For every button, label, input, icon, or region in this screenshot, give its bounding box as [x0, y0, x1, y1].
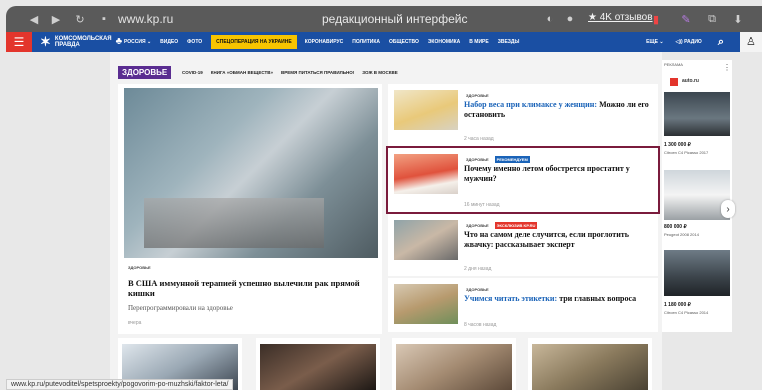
news-card[interactable]: ЗДОРОВЬЕ Учимся читать этикетки: три гла…: [388, 278, 658, 332]
nav-item-photo[interactable]: ФОТО: [187, 39, 202, 45]
reload-icon[interactable]: ↻: [72, 11, 88, 27]
bottom-card-photo[interactable]: [260, 344, 376, 390]
page-title: редакционный интерфейс: [322, 12, 468, 26]
nav-item-stars[interactable]: ЗВЕЗДЫ: [498, 39, 520, 45]
reviews-link[interactable]: ★ 4K отзывов: [588, 12, 653, 23]
photo-detail: [144, 198, 324, 248]
news-title-text: три главных вопроса: [557, 294, 637, 303]
main-article-title[interactable]: В США иммунной терапией успешно вылечили…: [128, 278, 378, 298]
bookmark-icon[interactable]: ▮: [648, 11, 664, 27]
news-card[interactable]: ЗДОРОВЬЕ ЭКСКЛЮЗИВ KP.RU Что на самом де…: [388, 214, 658, 276]
section-tag[interactable]: ЗДОРОВЬЕ: [118, 66, 172, 79]
nav-item-economy[interactable]: ЭКОНОМИКА: [428, 39, 460, 45]
news-time: 16 минут назад: [464, 202, 500, 208]
site-header: ☰ ✶ КОМСОМОЛЬСКАЯ ПРАВДА ♣ РОССИЯ ⌄ ВИДЕ…: [6, 32, 762, 52]
car-model[interactable]: Citroen C4 Picasso 2017: [664, 150, 708, 155]
car-model[interactable]: Peugeot 2008 2014: [664, 232, 699, 237]
nav-item-society[interactable]: ОБЩЕСТВО: [389, 39, 419, 45]
radio-button[interactable]: ◁)) РАДИО: [676, 39, 702, 45]
site-info-icon[interactable]: ▪: [96, 11, 112, 27]
news-title[interactable]: Учимся читать этикетки: три главных вопр…: [464, 294, 652, 304]
bottom-card-photo[interactable]: [532, 344, 648, 390]
ad-label: РЕКЛАМА: [664, 62, 683, 67]
pen-icon[interactable]: ✎: [678, 11, 694, 27]
news-thumbnail[interactable]: [394, 154, 458, 194]
main-article-time: вчера: [128, 320, 142, 326]
user-button[interactable]: ♙: [740, 32, 762, 52]
subnav-item-book[interactable]: КНИГА «ОБМАН ВЕЩЕСТВ»: [211, 70, 273, 75]
recommended-badge[interactable]: РЕКОМЕНДУЕМ: [494, 156, 530, 163]
news-tag[interactable]: ЗДОРОВЬЕ: [464, 222, 491, 229]
ad-logo-icon: [670, 78, 678, 86]
news-title[interactable]: Набор веса при климаксе у женщин: Можно …: [464, 100, 652, 120]
car-photo[interactable]: [664, 170, 730, 220]
user-icon: ♙: [746, 36, 756, 48]
news-tag[interactable]: ЗДОРОВЬЕ: [464, 92, 491, 99]
news-title-highlight: Набор веса при климаксе у женщин:: [464, 100, 598, 109]
main-article-tag[interactable]: ЗДОРОВЬЕ: [128, 265, 151, 270]
status-bar-url: www.kp.ru/putevoditel/spetsproekty/pogov…: [6, 379, 234, 390]
ad-logo[interactable]: auto.ru: [682, 78, 699, 84]
main-article-subtitle: Перепрограммировали на здоровье: [128, 304, 233, 312]
nav-item-russia[interactable]: РОССИЯ ⌄: [124, 39, 151, 45]
car-photo[interactable]: [664, 92, 730, 136]
news-title-highlight: Учимся читать этикетки:: [464, 294, 558, 303]
exclusive-badge[interactable]: ЭКСКЛЮЗИВ KP.RU: [494, 222, 538, 229]
address-bar[interactable]: www.kp.ru: [118, 12, 173, 26]
extensions-icon[interactable]: ⧉: [704, 11, 720, 27]
news-thumbnail[interactable]: [394, 284, 458, 324]
browser-toolbar: ◀ ▶ ↻ ▪ www.kp.ru редакционный интерфейс…: [6, 6, 762, 32]
news-title-text: Почему именно летом обострется простатит…: [464, 164, 630, 183]
more-options-icon[interactable]: ⋮: [723, 63, 731, 72]
logo-star-icon: ✶: [40, 34, 51, 49]
download-icon[interactable]: ⬇: [730, 11, 746, 27]
header-right: ЕЩЕ ⌄ ◁)) РАДИО ⌕: [634, 32, 724, 52]
car-model[interactable]: Citroen C4 Picasso 2014: [664, 310, 708, 315]
nav-item-special-operation[interactable]: СПЕЦОПЕРАЦИЯ НА УКРАИНЕ: [211, 35, 297, 49]
news-title-text: Что на самом деле случится, если проглот…: [464, 230, 629, 249]
car-price[interactable]: 800 000 ₽: [664, 224, 687, 230]
news-time: 2 дня назад: [464, 266, 492, 272]
forward-icon[interactable]: ▶: [48, 11, 64, 27]
news-title[interactable]: Что на самом деле случится, если проглот…: [464, 230, 652, 250]
ad-next-button[interactable]: ›: [721, 200, 735, 218]
nav-item-video[interactable]: ВИДЕО: [160, 39, 178, 45]
news-thumbnail[interactable]: [394, 90, 458, 130]
bottom-card-photo[interactable]: [396, 344, 512, 390]
mute-icon[interactable]: ◐: [542, 11, 558, 27]
nav-item-more[interactable]: ЕЩЕ ⌄: [646, 39, 663, 45]
subnav-item-eat-right[interactable]: ВРЕМЯ ПИТАТЬСЯ ПРАВИЛЬНО!: [281, 70, 354, 75]
hamburger-icon: ☰: [13, 35, 25, 49]
news-tag[interactable]: ЗДОРОВЬЕ: [464, 156, 491, 163]
main-nav: РОССИЯ ⌄ ВИДЕО ФОТО СПЕЦОПЕРАЦИЯ НА УКРА…: [124, 35, 528, 49]
car-price[interactable]: 1 300 000 ₽: [664, 142, 691, 148]
section-subnav: COVID-19 КНИГА «ОБМАН ВЕЩЕСТВ» ВРЕМЯ ПИТ…: [182, 70, 406, 75]
nav-item-politics[interactable]: ПОЛИТИКА: [352, 39, 380, 45]
news-time: 8 часов назад: [464, 322, 497, 328]
news-title[interactable]: Почему именно летом обострется простатит…: [464, 164, 652, 184]
news-thumbnail[interactable]: [394, 220, 458, 260]
search-icon[interactable]: ⌕: [718, 36, 724, 49]
news-time: 2 часа назад: [464, 136, 494, 142]
incognito-icon[interactable]: ●: [562, 11, 578, 27]
back-icon[interactable]: ◀: [26, 11, 42, 27]
nav-item-coronavirus[interactable]: КОРОНАВИРУС: [305, 39, 344, 45]
medal-icon: ♣: [115, 36, 123, 47]
site-logo[interactable]: ✶ КОМСОМОЛЬСКАЯ ПРАВДА ♣: [40, 34, 123, 49]
menu-button[interactable]: ☰: [6, 32, 32, 52]
news-card[interactable]: ЗДОРОВЬЕ Набор веса при климаксе у женщи…: [388, 84, 658, 146]
chevron-right-icon: ›: [726, 203, 730, 215]
main-article-photo[interactable]: [124, 88, 378, 258]
car-price[interactable]: 1 180 000 ₽: [664, 302, 691, 308]
nav-item-world[interactable]: В МИРЕ: [469, 39, 488, 45]
subnav-item-healthy-moscow[interactable]: ЗОЖ В МОСКВЕ: [362, 70, 398, 75]
news-tag[interactable]: ЗДОРОВЬЕ: [464, 286, 491, 293]
car-photo[interactable]: [664, 250, 730, 296]
logo-line2: ПРАВДА: [54, 42, 80, 48]
news-card-highlighted[interactable]: ЗДОРОВЬЕ РЕКОМЕНДУЕМ Почему именно летом…: [386, 146, 660, 214]
subnav-item-covid[interactable]: COVID-19: [182, 70, 203, 75]
